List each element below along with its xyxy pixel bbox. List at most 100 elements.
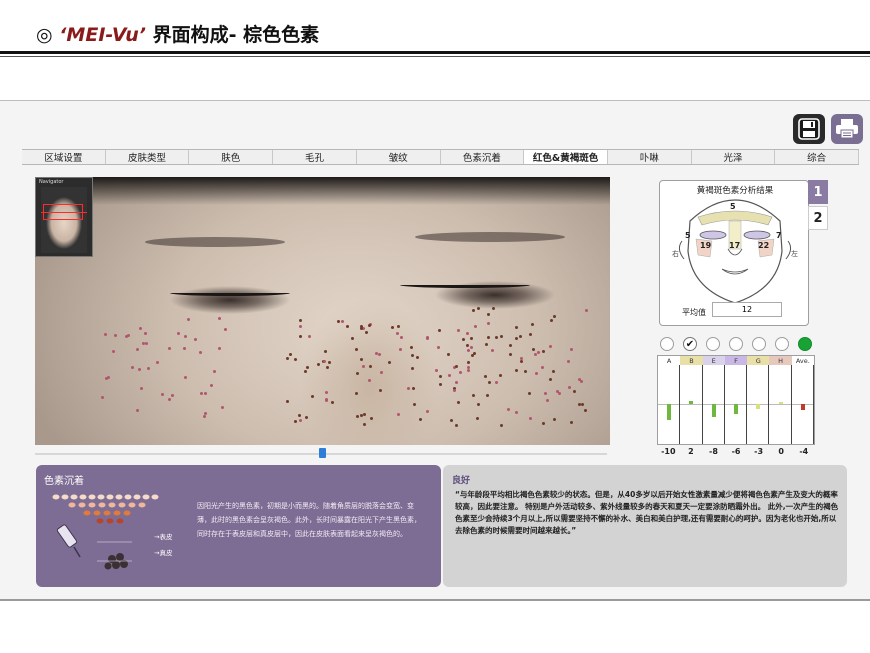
freckle xyxy=(298,413,302,417)
freckle xyxy=(473,352,477,356)
freckle xyxy=(213,370,217,374)
tab-overall[interactable]: 综合 xyxy=(775,150,860,164)
freckle xyxy=(488,380,492,384)
freckle xyxy=(184,376,188,380)
freckle xyxy=(495,336,499,340)
freckle xyxy=(472,308,476,312)
freckle xyxy=(570,420,574,424)
region-radio-6[interactable] xyxy=(775,337,789,351)
freckle xyxy=(406,387,410,391)
freckle xyxy=(536,351,540,355)
bar-column-header: B xyxy=(680,356,703,365)
freckle xyxy=(167,346,171,350)
result-grade: 良好 xyxy=(452,476,471,486)
freckle xyxy=(170,394,174,398)
navigator-view-frame[interactable] xyxy=(43,204,83,220)
freckle xyxy=(410,346,414,350)
bar-column xyxy=(658,356,681,444)
freckle xyxy=(308,335,312,339)
freckle xyxy=(567,385,571,389)
freckle xyxy=(466,349,470,353)
freckle xyxy=(155,361,159,365)
freckle xyxy=(471,394,475,398)
freckle xyxy=(416,355,420,359)
freckle xyxy=(515,337,519,341)
freckle xyxy=(490,349,494,353)
brow-right xyxy=(145,237,285,247)
freckle xyxy=(126,333,130,337)
freckle xyxy=(584,408,588,412)
bar-values-row: -10 2 -8 -6 -3 0 -4 xyxy=(657,447,815,459)
freckle xyxy=(395,331,399,335)
result-description: “与年龄段平均相比褐色色素较少的状态。但是，从40多岁以后开始女性激素量减少便将… xyxy=(455,490,839,535)
slide-title-brand: ‘MEI-Vu’ xyxy=(59,24,146,46)
tab-skin-type[interactable]: 皮肤类型 xyxy=(106,150,190,164)
freckle xyxy=(470,337,474,341)
eyelash-right xyxy=(170,290,290,296)
app-window: 区域设置 皮肤类型 肤色 毛孔 皱纹 色素沉着 红色&黄褐斑色 卟啉 光泽 综合… xyxy=(0,100,870,601)
freckle xyxy=(327,361,331,365)
freckle xyxy=(466,360,470,364)
freckle xyxy=(449,418,453,422)
freckle xyxy=(293,357,297,361)
bar-mark xyxy=(734,404,738,414)
side-left-label: 左 xyxy=(791,250,798,258)
freckle xyxy=(298,418,302,422)
freckle xyxy=(324,390,328,394)
freckle xyxy=(364,330,368,334)
freckle xyxy=(546,398,550,402)
brow-left xyxy=(415,232,565,242)
freckle xyxy=(160,392,164,396)
tab-red-and-melasma[interactable]: 红色&黄褐斑色 xyxy=(524,150,608,164)
region-radio-2[interactable]: ✔ xyxy=(683,337,697,351)
freckle xyxy=(104,333,108,337)
page-1-button[interactable]: 1 xyxy=(808,180,828,204)
freckle xyxy=(286,356,290,360)
freckle xyxy=(399,347,403,351)
region-radio-1[interactable] xyxy=(660,337,674,351)
page-2-button[interactable]: 2 xyxy=(808,206,828,230)
tab-region-setup[interactable]: 区域设置 xyxy=(22,150,106,164)
freckle xyxy=(326,365,330,369)
freckle xyxy=(473,324,477,328)
region-radio-3[interactable] xyxy=(706,337,720,351)
freckle xyxy=(330,401,334,405)
average-label: 平均值 xyxy=(682,308,706,317)
tab-pigmentation[interactable]: 色素沉着 xyxy=(441,150,525,164)
freckle xyxy=(514,368,518,372)
freckle xyxy=(469,346,473,350)
photo-scroll-thumb[interactable] xyxy=(319,448,326,458)
navigator-thumbnail[interactable]: Navigator xyxy=(35,177,93,257)
title-divider-thin xyxy=(0,56,870,57)
freckle xyxy=(486,313,490,317)
tab-gloss[interactable]: 光泽 xyxy=(692,150,776,164)
freckle xyxy=(466,343,470,347)
bar-column-header: A xyxy=(658,356,681,365)
freckle xyxy=(193,337,197,341)
tab-skin-tone[interactable]: 肤色 xyxy=(189,150,274,164)
region-radio-5[interactable] xyxy=(752,337,766,351)
tab-wrinkles[interactable]: 皱纹 xyxy=(357,150,441,164)
freckle xyxy=(453,389,457,393)
face-photo[interactable]: Navigator xyxy=(35,177,610,445)
freckle xyxy=(303,369,307,373)
save-button[interactable] xyxy=(793,114,825,144)
freckle xyxy=(506,407,510,411)
freckle xyxy=(223,328,227,332)
floppy-disk-icon xyxy=(798,118,820,140)
freckle xyxy=(147,367,151,371)
tab-porphyrin[interactable]: 卟啉 xyxy=(608,150,692,164)
tab-pores[interactable]: 毛孔 xyxy=(273,150,357,164)
freckle xyxy=(531,322,535,326)
freckle xyxy=(580,402,584,406)
analysis-tabs: 区域设置 皮肤类型 肤色 毛孔 皱纹 色素沉着 红色&黄褐斑色 卟啉 光泽 综合 xyxy=(22,149,860,165)
freckle xyxy=(136,348,140,352)
freckle xyxy=(346,325,350,329)
region-radio-4[interactable] xyxy=(729,337,743,351)
freckle xyxy=(359,358,363,362)
freckle xyxy=(387,361,391,365)
freckle xyxy=(514,410,518,414)
region-radio-average[interactable] xyxy=(798,337,812,351)
freckle xyxy=(111,349,115,353)
print-button[interactable] xyxy=(831,114,863,144)
